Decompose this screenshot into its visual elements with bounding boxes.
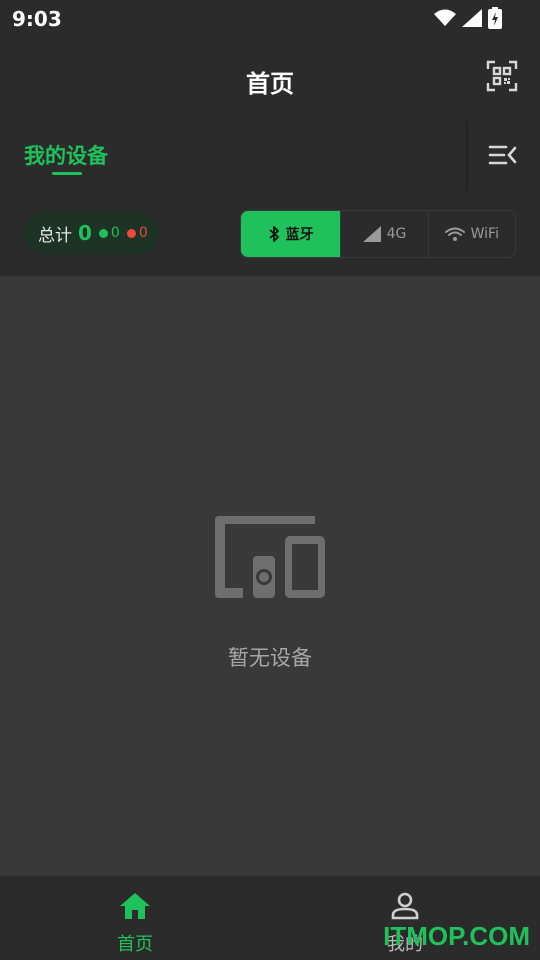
device-tabs: 我的设备 (0, 120, 540, 192)
menu-collapse-icon[interactable] (488, 142, 518, 168)
qr-scan-icon[interactable] (486, 60, 518, 92)
wifi-icon (444, 227, 465, 241)
total-count: 0 (78, 221, 92, 245)
online-dot-icon (98, 228, 108, 238)
empty-state-text: 暂无设备 (228, 646, 312, 670)
segment-wifi[interactable]: WiFi (427, 211, 515, 257)
status-icons (434, 7, 502, 29)
wifi-status-icon (434, 9, 456, 26)
tab-my-devices[interactable]: 我的设备 (24, 140, 108, 170)
status-time: 9:03 (12, 7, 62, 31)
person-icon (391, 892, 419, 920)
screen: 9:03 首页 我的设备 总计 0 0 0 蓝牙 4G WiFi 暂无设备 首页… (0, 0, 540, 960)
device-list-area: 暂无设备 (0, 276, 540, 876)
page-title: 首页 (246, 70, 294, 98)
filter-row: 总计 0 0 0 蓝牙 4G WiFi (0, 192, 540, 276)
tab-indicator (52, 172, 82, 175)
segment-bluetooth[interactable]: 蓝牙 (241, 211, 341, 257)
offline-dot-icon (126, 228, 136, 238)
app-bar: 首页 (0, 38, 540, 120)
offline-count: 0 (138, 225, 148, 241)
status-bar: 9:03 (0, 0, 540, 38)
watermark-logo: ITMOP.COM (383, 921, 530, 951)
online-count: 0 (110, 225, 120, 241)
segment-4g[interactable]: 4G (340, 211, 427, 257)
segment-label: WiFi (470, 226, 499, 242)
battery-charging-icon (488, 7, 502, 29)
signal-icon (362, 226, 381, 242)
segment-label: 蓝牙 (285, 227, 314, 243)
connection-type-selector: 蓝牙 4G WiFi (240, 210, 516, 258)
nav-label-home: 首页 (117, 934, 153, 955)
segment-label: 4G (386, 226, 407, 242)
nav-home[interactable]: 首页 (95, 890, 175, 956)
bottom-nav: 首页 我的 ITMOP.COM (0, 876, 540, 960)
total-label: 总计 (38, 225, 72, 246)
bluetooth-icon (269, 226, 279, 242)
home-icon (120, 893, 150, 919)
devices-icon (215, 516, 325, 598)
tabs-divider (466, 122, 468, 190)
total-summary: 总计 0 0 0 (24, 212, 158, 254)
cell-signal-icon (462, 9, 482, 27)
